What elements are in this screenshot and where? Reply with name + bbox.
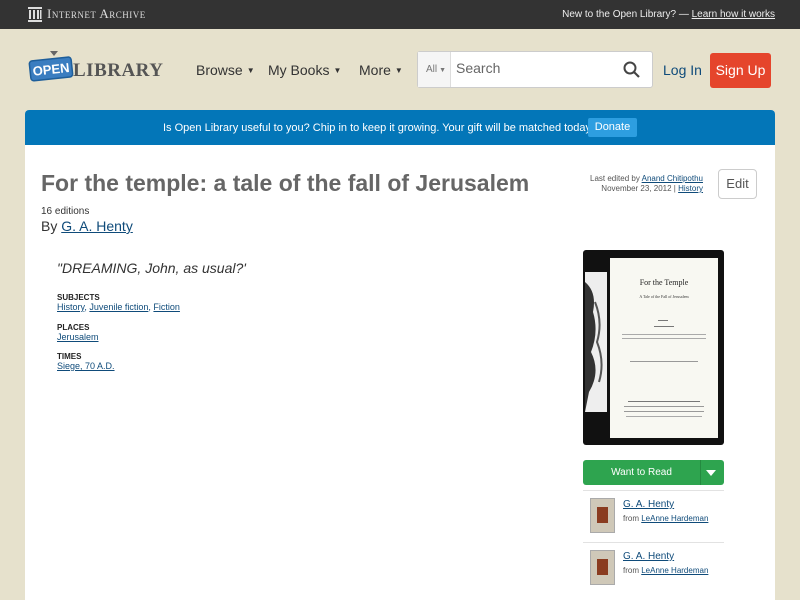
new-to-open-library: New to the Open Library? — Learn how it … (562, 9, 775, 20)
want-to-read-label: Want to Read (611, 467, 672, 478)
internet-archive-logo[interactable]: Internet Archive (28, 6, 146, 22)
search-icon[interactable] (623, 61, 640, 78)
list-item: G. A. Henty from LeAnne Hardeman (583, 542, 724, 590)
nav-browse-label: Browse (196, 62, 243, 78)
list-owner-link[interactable]: LeAnne Hardeman (641, 514, 708, 523)
open-library-logo[interactable]: OPEN LIBRARY (28, 49, 163, 91)
cover-title: For the Temple (639, 278, 689, 287)
time-link[interactable]: Siege, 70 A.D. (57, 361, 115, 371)
subject-link[interactable]: Juvenile fiction (89, 302, 148, 312)
donate-button[interactable]: Donate (588, 118, 637, 137)
list-from: from LeAnne Hardeman (623, 566, 708, 575)
history-link[interactable]: History (678, 184, 703, 193)
list-author-link[interactable]: G. A. Henty (623, 551, 674, 562)
list-author-link[interactable]: G. A. Henty (623, 499, 674, 510)
subjects-list: History, Juvenile fiction, Fiction (57, 302, 180, 312)
byline: By G. A. Henty (41, 218, 133, 234)
last-edited-info: Last edited by Anand Chitipothu November… (590, 174, 703, 194)
chevron-down-icon: ▼ (394, 66, 403, 75)
places-list: Jerusalem (57, 332, 99, 342)
signup-button[interactable]: Sign Up (710, 53, 771, 88)
want-to-read-button[interactable]: Want to Read (583, 460, 724, 485)
last-edited-user-link[interactable]: Anand Chitipothu (642, 174, 703, 183)
times-heading: Times (57, 352, 82, 361)
last-edited-prefix: Last edited by (590, 174, 640, 183)
nav-browse[interactable]: Browse ▼ (196, 62, 255, 78)
subject-link[interactable]: History (57, 302, 84, 312)
first-sentence: "DREAMING, John, as usual?' (57, 260, 246, 276)
internet-archive-bar: Internet Archive New to the Open Library… (0, 0, 800, 29)
from-prefix: from (623, 566, 639, 575)
cover-frontispiece (585, 272, 607, 412)
donate-message: Is Open Library useful to you? Chip in t… (163, 122, 595, 134)
logo-library-text: LIBRARY (73, 60, 163, 81)
chevron-down-icon: ▼ (439, 67, 447, 74)
learn-how-it-works-link[interactable]: Learn how it works (692, 9, 775, 20)
search-scope-select[interactable]: All ▼ (418, 52, 451, 87)
by-prefix: By (41, 218, 58, 234)
cover-subtitle: A Tale of the Fall of Jerusalem (639, 294, 689, 299)
chevron-down-icon: ▼ (333, 66, 342, 75)
last-edited-date: November 23, 2012 | (601, 184, 676, 193)
nav-more[interactable]: More ▼ (359, 62, 403, 78)
internet-archive-label: Internet Archive (47, 6, 146, 21)
dropdown-arrow-icon[interactable] (706, 470, 716, 476)
donate-banner: Is Open Library useful to you? Chip in t… (25, 110, 775, 145)
subject-link[interactable]: Fiction (153, 302, 180, 312)
list-cover-thumbnail[interactable] (590, 550, 615, 585)
chevron-down-icon: ▼ (246, 66, 255, 75)
edit-button[interactable]: Edit (718, 169, 757, 199)
editions-count[interactable]: 16 editions (41, 206, 89, 217)
nav-my-books-label: My Books (268, 62, 330, 78)
cover-title-page: For the Temple A Tale of the Fall of Jer… (610, 258, 718, 438)
search-scope-label: All (426, 64, 438, 75)
main-panel: Is Open Library useful to you? Chip in t… (25, 110, 775, 600)
nav-my-books[interactable]: My Books ▼ (268, 62, 341, 78)
nav-more-label: More (359, 62, 391, 78)
place-link[interactable]: Jerusalem (57, 332, 99, 342)
work-title: For the temple: a tale of the fall of Je… (41, 170, 530, 196)
login-link[interactable]: Log In (663, 62, 702, 78)
places-heading: Places (57, 323, 90, 332)
search-bar: All ▼ (417, 51, 653, 88)
subjects-heading: Subjects (57, 293, 100, 302)
search-input[interactable] (456, 60, 606, 76)
list-item: G. A. Henty from LeAnne Hardeman (583, 490, 724, 538)
new-to-text: New to the Open Library? — (562, 9, 689, 20)
from-prefix: from (623, 514, 639, 523)
list-from: from LeAnne Hardeman (623, 514, 708, 523)
archive-building-icon (28, 6, 42, 22)
site-header: OPEN LIBRARY Browse ▼ My Books ▼ More ▼ All… (0, 29, 800, 109)
list-cover-thumbnail[interactable] (590, 498, 615, 533)
book-cover[interactable]: For the Temple A Tale of the Fall of Jer… (583, 250, 724, 445)
list-owner-link[interactable]: LeAnne Hardeman (641, 566, 708, 575)
author-link[interactable]: G. A. Henty (61, 218, 133, 234)
times-list: Siege, 70 A.D. (57, 361, 115, 371)
